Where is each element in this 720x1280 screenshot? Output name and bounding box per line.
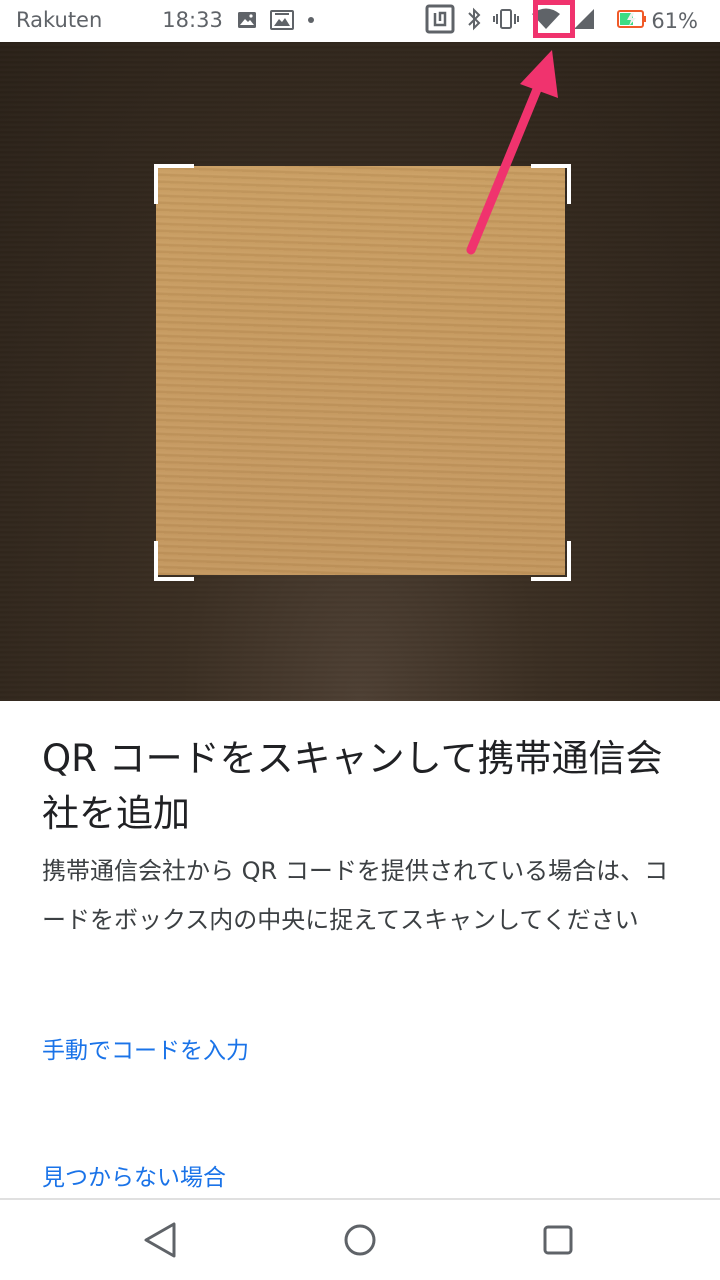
carrier-name: Rakuten [16, 8, 103, 32]
nfc-icon [425, 4, 455, 39]
battery-percent: 61% [651, 9, 698, 33]
scan-corner-bottom-right [531, 541, 571, 581]
scan-corner-top-left [154, 164, 194, 204]
not-found-link[interactable]: 見つからない場合 [42, 1158, 226, 1192]
image-icon [237, 11, 257, 29]
back-triangle-icon [144, 1222, 176, 1258]
scan-corner-top-right [531, 164, 571, 204]
scan-window [156, 166, 565, 575]
manual-entry-link[interactable]: 手動でコードを入力 [42, 1031, 249, 1065]
camera-preview [0, 42, 720, 701]
instructions-panel: QR コードをスキャンして携帯通信会社を追加 携帯通信会社から QR コードを提… [0, 701, 720, 1199]
back-button[interactable] [138, 1218, 182, 1262]
home-button[interactable] [338, 1218, 382, 1262]
recents-button[interactable] [536, 1218, 580, 1262]
status-bar: Rakuten 18:33 61% [0, 0, 720, 42]
cell-signal-icon [573, 8, 595, 35]
battery-charging-icon [617, 9, 647, 34]
vibrate-icon [493, 8, 520, 35]
navigation-bar [0, 1200, 720, 1280]
page-description: 携帯通信会社から QR コードを提供されている場合は、コードをボックス内の中央に… [42, 857, 669, 934]
gallery-icon [269, 9, 295, 31]
annotation-highlight-box [533, 0, 575, 38]
scan-corner-bottom-left [154, 541, 194, 581]
recents-square-icon [543, 1225, 573, 1255]
home-circle-icon [344, 1224, 376, 1256]
dot-icon [307, 16, 315, 24]
bluetooth-icon [467, 7, 481, 36]
status-time: 18:33 [162, 8, 223, 32]
page-title: QR コードをスキャンして携帯通信会社を追加 [42, 737, 663, 835]
